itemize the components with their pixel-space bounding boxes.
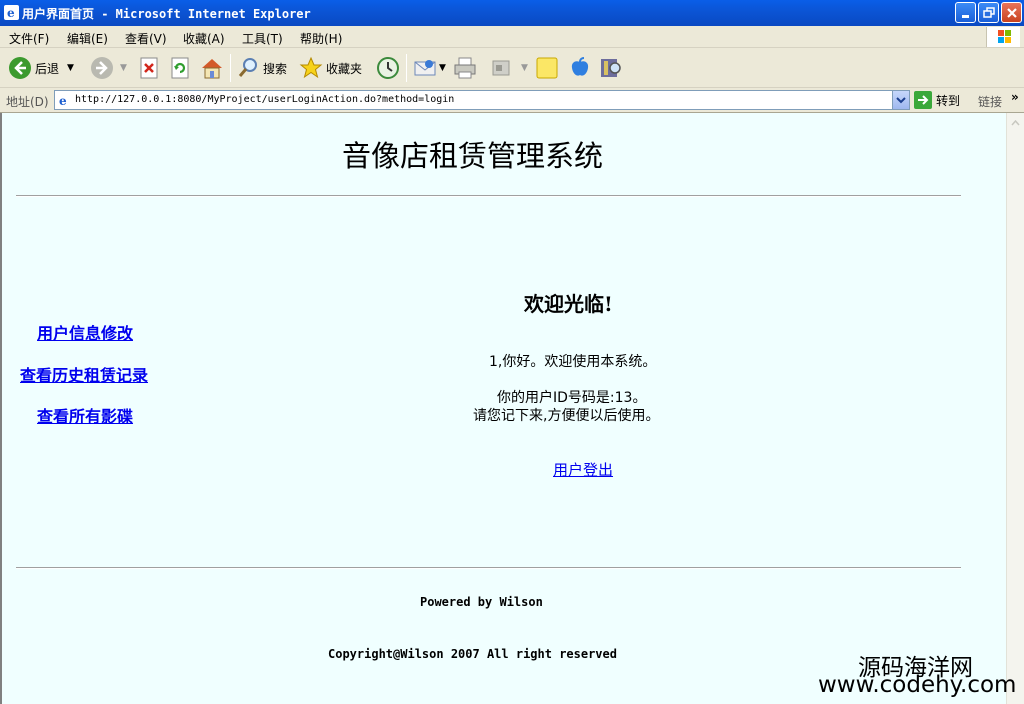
- favorites-button[interactable]: 收藏夹: [299, 55, 362, 81]
- bottom-divider: [16, 567, 961, 569]
- refresh-icon: [171, 57, 189, 79]
- edit-button[interactable]: ▼: [491, 55, 528, 81]
- nav-link-rental-history[interactable]: 查看历史租赁记录: [20, 362, 148, 386]
- home-icon: [202, 59, 222, 79]
- ie-page-icon: e: [57, 93, 73, 108]
- mail-button[interactable]: ▼: [413, 55, 446, 81]
- welcome-heading: 欢迎光临!: [524, 292, 613, 316]
- svg-text:e: e: [7, 6, 15, 20]
- address-label: 地址(D): [6, 95, 49, 109]
- top-divider: [16, 195, 961, 197]
- system-title: 音像店租赁管理系统: [342, 139, 604, 173]
- menu-favorites[interactable]: 收藏(A): [183, 30, 225, 47]
- mail-icon: [414, 60, 436, 76]
- logout-link[interactable]: 用户登出: [553, 459, 613, 480]
- scroll-up-arrow-icon[interactable]: [1008, 115, 1023, 130]
- links-chevron-icon[interactable]: »: [1011, 90, 1019, 104]
- history-icon: [377, 57, 399, 79]
- go-arrow-icon: [914, 91, 932, 109]
- home-button[interactable]: [199, 55, 225, 81]
- restore-button[interactable]: [978, 2, 999, 23]
- page-content: 音像店租赁管理系统 欢迎光临! 用户信息修改 查看历史租赁记录 查看所有影碟 1…: [0, 113, 1006, 704]
- restore-icon: [983, 7, 995, 18]
- minimize-button[interactable]: [955, 2, 976, 23]
- favorites-star-icon: [299, 56, 323, 79]
- watermark-site-url: www.codehy.com: [818, 672, 1017, 698]
- back-dropdown-icon[interactable]: ▼: [67, 63, 74, 73]
- svg-text:e: e: [59, 94, 67, 108]
- stop-button[interactable]: [138, 55, 160, 81]
- links-button[interactable]: 链接: [978, 93, 1002, 110]
- history-button[interactable]: [375, 55, 401, 81]
- address-input[interactable]: e http://127.0.0.1:8080/MyProject/userLo…: [54, 90, 910, 110]
- print-button[interactable]: [452, 55, 478, 81]
- discuss-button[interactable]: [535, 55, 559, 81]
- remember-id-text: 请您记下来,方便便以后使用。: [473, 408, 660, 424]
- chevron-down-icon: [896, 97, 906, 104]
- title-bar: e 用户界面首页 - Microsoft Internet Explorer: [0, 0, 1024, 26]
- search-label: 搜索: [263, 61, 288, 76]
- address-url: http://127.0.0.1:8080/MyProject/userLogi…: [75, 94, 455, 105]
- go-label: 转到: [936, 93, 961, 108]
- apple-icon: [571, 57, 589, 76]
- toolbar: 后退 ▼ ▼ 搜索 收藏夹 ▼ ▼: [0, 48, 1024, 88]
- research-icon: [601, 59, 621, 77]
- search-icon: [238, 58, 257, 77]
- menu-help[interactable]: 帮助(H): [300, 30, 342, 47]
- nav-link-all-discs[interactable]: 查看所有影碟: [37, 403, 133, 427]
- menu-edit[interactable]: 编辑(E): [67, 30, 108, 47]
- edit-dropdown-icon[interactable]: ▼: [521, 63, 528, 73]
- address-dropdown-button[interactable]: [892, 91, 909, 109]
- window-title: 用户界面首页 - Microsoft Internet Explorer: [22, 7, 311, 21]
- ie-logo-icon: e: [4, 5, 19, 20]
- greeting-text: 1,你好。欢迎使用本系统。: [489, 354, 657, 370]
- search-button[interactable]: 搜索: [236, 55, 287, 81]
- menu-bar: 文件(F) 编辑(E) 查看(V) 收藏(A) 工具(T) 帮助(H): [0, 26, 1024, 48]
- back-label: 后退: [35, 61, 60, 76]
- research-button[interactable]: [598, 55, 624, 81]
- back-button[interactable]: 后退 ▼: [8, 55, 74, 81]
- note-icon: [536, 57, 558, 79]
- forward-dropdown-icon[interactable]: ▼: [120, 63, 127, 73]
- menu-view[interactable]: 查看(V): [125, 30, 167, 47]
- refresh-button[interactable]: [169, 55, 191, 81]
- windows-logo-icon: [986, 27, 1020, 47]
- stop-icon: [140, 57, 158, 79]
- back-arrow-icon: [9, 57, 31, 79]
- close-icon: [1007, 8, 1017, 18]
- printer-icon: [454, 57, 476, 79]
- messenger-button[interactable]: [568, 55, 592, 81]
- menu-tools[interactable]: 工具(T): [242, 30, 283, 47]
- close-button[interactable]: [1001, 2, 1022, 23]
- user-id-text: 你的用户ID号码是:13。: [497, 390, 647, 406]
- menu-file[interactable]: 文件(F): [9, 30, 49, 47]
- favorites-label: 收藏夹: [326, 61, 363, 76]
- go-button[interactable]: 转到: [914, 91, 960, 109]
- copyright-text: Copyright@Wilson 2007 All right reserved: [328, 647, 617, 661]
- forward-arrow-icon: [91, 57, 113, 79]
- minimize-icon: [962, 15, 969, 18]
- nav-link-edit-user-info[interactable]: 用户信息修改: [37, 320, 133, 344]
- forward-button[interactable]: ▼: [90, 55, 127, 81]
- powered-by-text: Powered by Wilson: [420, 595, 543, 609]
- edit-page-icon: [492, 60, 510, 76]
- vertical-scrollbar[interactable]: [1006, 113, 1024, 704]
- address-bar: 地址(D) e http://127.0.0.1:8080/MyProject/…: [0, 88, 1024, 113]
- mail-dropdown-icon[interactable]: ▼: [439, 63, 446, 73]
